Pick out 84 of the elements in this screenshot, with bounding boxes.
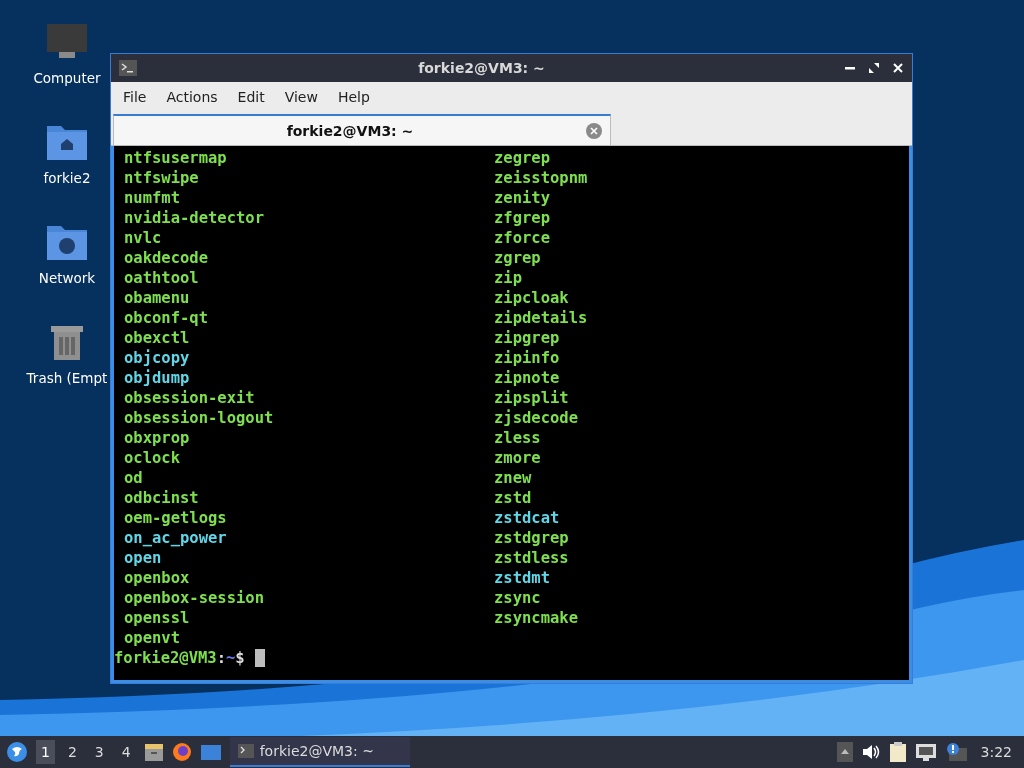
menu-item[interactable]: View	[274, 89, 328, 105]
file-name: zstdgrep	[494, 528, 569, 548]
file-name: zstdmt	[494, 568, 550, 588]
expand-tray-icon[interactable]	[836, 742, 853, 762]
menu-item[interactable]: Actions	[156, 89, 228, 105]
file-name: zstdless	[494, 548, 569, 568]
file-name: ntfsusermap	[124, 148, 227, 168]
file-name: objdump	[124, 368, 190, 388]
prompt-path: ~	[226, 648, 236, 668]
start-menu-icon[interactable]	[6, 741, 28, 763]
notification-icon[interactable]	[944, 742, 967, 762]
file-name: oakdecode	[124, 248, 208, 268]
window-icon[interactable]	[199, 743, 222, 761]
close-tab-icon[interactable]	[586, 122, 602, 139]
menu-item[interactable]: File	[113, 89, 157, 105]
prompt-user: forkie2@VM3	[114, 648, 217, 668]
network-icon[interactable]	[914, 742, 937, 762]
file-name: zforce	[494, 228, 550, 248]
prompt-symbol: $	[235, 648, 245, 668]
file-name: zipcloak	[494, 288, 569, 308]
text-cursor	[254, 649, 265, 667]
file-name: zgrep	[494, 248, 541, 268]
file-name: openbox-session	[124, 588, 264, 608]
file-name: oem-getlogs	[124, 508, 227, 528]
file-name: zipnote	[494, 368, 560, 388]
workspace-button[interactable]: 4	[116, 740, 136, 764]
file-name: objcopy	[124, 348, 190, 368]
file-name: openssl	[124, 608, 190, 628]
file-name: zfgrep	[494, 208, 550, 228]
task-button[interactable]: forkie2@VM3: ~	[229, 737, 410, 767]
file-name: obxprop	[124, 428, 190, 448]
terminal-icon	[237, 744, 254, 758]
clipboard-icon[interactable]	[888, 741, 907, 763]
volume-icon[interactable]	[860, 743, 881, 761]
file-name: zenity	[494, 188, 550, 208]
icon-label: forkie2	[43, 170, 91, 186]
file-name: obsession-exit	[124, 388, 255, 408]
file-name: znew	[494, 468, 532, 488]
menu-item[interactable]: Help	[327, 89, 380, 105]
icon-label: Computer	[33, 70, 101, 86]
close-icon[interactable]	[892, 62, 904, 74]
file-name: zipinfo	[494, 348, 560, 368]
file-name: oclock	[124, 448, 180, 468]
icon-label: Network	[38, 270, 96, 286]
window-title: forkie2@VM3: ~	[417, 60, 546, 76]
file-cabinet-icon[interactable]	[143, 742, 164, 762]
file-name: ntfswipe	[124, 168, 199, 188]
file-name: open	[124, 548, 162, 568]
file-name: zegrep	[494, 148, 550, 168]
file-name: zsync	[494, 588, 541, 608]
file-name: oathtool	[124, 268, 199, 288]
file-name: on_ac_power	[124, 528, 227, 548]
file-name: obconf-qt	[124, 308, 208, 328]
prompt-separator: :	[216, 648, 226, 668]
maximize-icon[interactable]	[868, 62, 880, 74]
file-name: zstd	[494, 488, 532, 508]
file-name: zsyncmake	[494, 608, 578, 628]
workspace-button[interactable]: 1	[36, 740, 55, 764]
file-name: obsession-logout	[124, 408, 274, 428]
file-name: obexctl	[124, 328, 190, 348]
file-name: zip	[494, 268, 522, 288]
clock: 3:22	[980, 744, 1012, 760]
file-name: zmore	[494, 448, 541, 468]
menu-item[interactable]: Edit	[227, 89, 275, 105]
file-name: openbox	[124, 568, 190, 588]
terminal-icon	[119, 60, 137, 76]
file-name: openvt	[124, 628, 180, 648]
file-name: zless	[494, 428, 541, 448]
file-name: nvlc	[124, 228, 162, 248]
workspace-button[interactable]: 2	[62, 740, 82, 764]
workspace-button[interactable]: 3	[89, 740, 109, 764]
file-name: zipdetails	[494, 308, 588, 328]
file-name: nvidia-detector	[124, 208, 264, 228]
file-name: zipsplit	[494, 388, 569, 408]
icon-label: Trash (Empt	[26, 370, 108, 386]
file-name: zipgrep	[494, 328, 560, 348]
file-name: zjsdecode	[494, 408, 578, 428]
file-name: odbcinst	[124, 488, 199, 508]
terminal-tab[interactable]: forkie2@VM3: ~	[113, 114, 611, 145]
file-name: zstdcat	[494, 508, 560, 528]
file-name: obamenu	[124, 288, 190, 308]
file-name: numfmt	[124, 188, 180, 208]
file-name: zeisstopnm	[494, 168, 588, 188]
file-name: od	[124, 468, 143, 488]
